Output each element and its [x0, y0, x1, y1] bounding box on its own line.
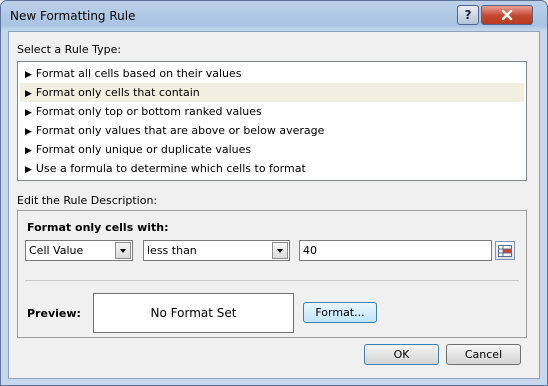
chevron-down-icon[interactable]: [115, 242, 131, 259]
value-input[interactable]: 40: [299, 240, 492, 261]
arrow-right-icon: ▶: [25, 108, 32, 118]
preview-label: Preview:: [27, 307, 81, 320]
preview-text: No Format Set: [150, 306, 237, 320]
format-button-label: Format...: [315, 306, 365, 319]
rule-type-list[interactable]: ▶ Format all cells based on their values …: [17, 61, 527, 181]
rule-item-all-cells[interactable]: ▶ Format all cells based on their values: [20, 64, 524, 83]
rule-item-label: Format only top or bottom ranked values: [35, 105, 262, 118]
arrow-right-icon: ▶: [25, 165, 32, 175]
arrow-right-icon: ▶: [25, 70, 32, 80]
preview-box: No Format Set: [93, 293, 294, 333]
arrow-right-icon: ▶: [25, 89, 32, 99]
range-picker-icon: [498, 244, 512, 257]
condition-type-value: Cell Value: [29, 244, 84, 257]
dialog-title: New Formatting Rule: [10, 9, 136, 23]
operator-value: less than: [147, 244, 197, 257]
rule-description-heading: Edit the Rule Description:: [17, 194, 158, 207]
rule-item-label: Format only cells that contain: [35, 86, 200, 99]
rule-item-label: Format only values that are above or bel…: [35, 124, 325, 137]
rule-item-above-below-average[interactable]: ▶ Format only values that are above or be…: [20, 121, 524, 140]
chevron-down-icon[interactable]: [272, 242, 288, 259]
ok-button[interactable]: OK: [364, 344, 439, 365]
title-bar[interactable]: New Formatting Rule ?: [1, 1, 547, 31]
cancel-button[interactable]: Cancel: [446, 344, 521, 365]
dialog-body: Select a Rule Type: ▶ Format all cells ba…: [8, 31, 540, 379]
operator-select[interactable]: less than: [143, 240, 290, 261]
close-button[interactable]: [481, 5, 533, 25]
divider: [25, 280, 519, 281]
help-button[interactable]: ?: [457, 5, 479, 25]
arrow-right-icon: ▶: [25, 146, 32, 156]
rule-item-use-formula[interactable]: ▶ Use a formula to determine which cells …: [20, 159, 524, 178]
format-button[interactable]: Format...: [303, 302, 377, 323]
new-formatting-rule-dialog: New Formatting Rule ? Select a Rule Type…: [0, 0, 548, 386]
close-icon: [501, 9, 513, 21]
ok-button-label: OK: [393, 348, 410, 361]
arrow-right-icon: ▶: [25, 127, 32, 137]
cancel-button-label: Cancel: [464, 348, 503, 361]
range-select-button[interactable]: [495, 241, 515, 260]
format-only-cells-with-label: Format only cells with:: [27, 221, 169, 234]
rule-item-top-bottom[interactable]: ▶ Format only top or bottom ranked values: [20, 102, 524, 121]
rule-item-label: Use a formula to determine which cells t…: [35, 162, 306, 175]
rule-type-heading: Select a Rule Type:: [17, 43, 122, 56]
rule-description-panel: Format only cells with: Cell Value less …: [17, 210, 527, 338]
rule-item-unique-duplicate[interactable]: ▶ Format only unique or duplicate values: [20, 140, 524, 159]
value-text: 40: [303, 244, 317, 257]
rule-item-cells-that-contain[interactable]: ▶ Format only cells that contain: [20, 83, 524, 102]
condition-type-select[interactable]: Cell Value: [25, 240, 133, 261]
rule-item-label: Format only unique or duplicate values: [35, 143, 252, 156]
rule-item-label: Format all cells based on their values: [35, 67, 242, 80]
